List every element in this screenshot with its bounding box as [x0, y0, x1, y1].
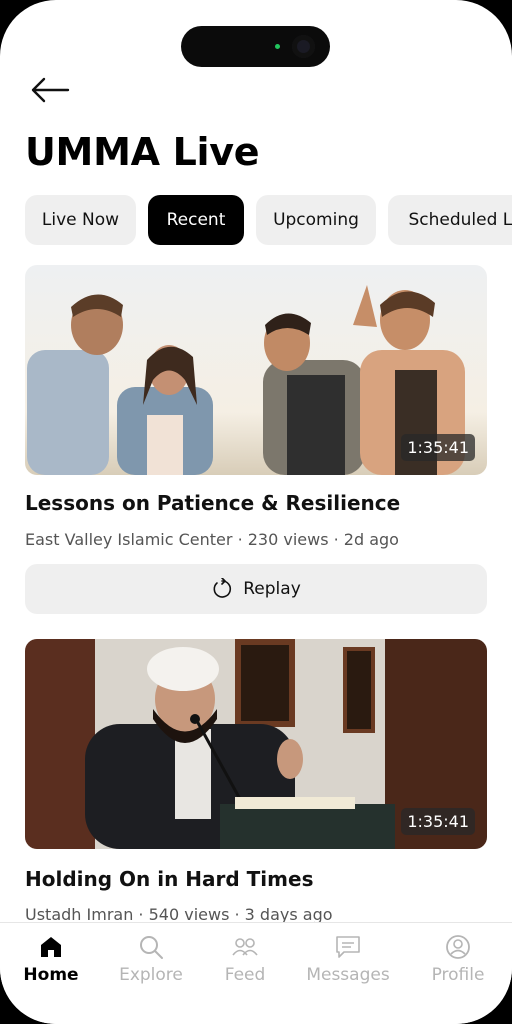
tab-label: Explore [119, 965, 183, 985]
tab-label: Profile [431, 965, 485, 985]
search-icon [140, 936, 163, 959]
filter-chips: Live Now Recent Upcoming Scheduled Live [25, 195, 512, 247]
replay-icon [213, 578, 232, 598]
back-button[interactable] [28, 74, 72, 106]
video-title[interactable]: Lessons on Patience & Resilience [25, 491, 400, 515]
page-title: UMMA Live [25, 130, 260, 174]
duration-badge: 1:35:41 [401, 808, 475, 835]
video-meta: East Valley Islamic Center · 230 views ·… [25, 530, 399, 549]
replay-button[interactable]: Replay [25, 564, 487, 614]
dynamic-island [181, 26, 330, 67]
home-icon [41, 937, 61, 957]
tab-label: Home [23, 965, 79, 985]
tab-feed[interactable]: Feed [197, 933, 293, 985]
people-icon [232, 938, 258, 956]
chip-recent[interactable]: Recent [148, 195, 244, 245]
tab-home[interactable]: Home [3, 933, 99, 985]
camera-indicator-light [275, 44, 280, 49]
video-thumbnail[interactable]: 1:35:41 [25, 265, 487, 475]
video-thumbnail[interactable]: 1:35:41 [25, 639, 487, 849]
video-title[interactable]: Holding On in Hard Times [25, 867, 313, 891]
duration-badge: 1:35:41 [401, 434, 475, 461]
tab-label: Feed [224, 965, 266, 985]
phone-screen: UMMA Live Live Now Recent Upcoming Sched… [0, 0, 512, 1024]
bottom-tab-bar: Home Explore Feed Messages Profile [0, 922, 512, 1024]
message-icon [336, 936, 360, 958]
arrow-left-icon [31, 77, 70, 103]
front-camera [292, 35, 315, 58]
tab-profile[interactable]: Profile [410, 933, 506, 985]
tab-messages[interactable]: Messages [300, 933, 396, 985]
replay-label: Replay [243, 579, 301, 599]
tab-label: Messages [306, 965, 390, 985]
tab-explore[interactable]: Explore [103, 933, 199, 985]
profile-icon [446, 935, 470, 959]
chip-upcoming[interactable]: Upcoming [256, 195, 376, 245]
chip-live-now[interactable]: Live Now [25, 195, 136, 245]
chip-scheduled-live[interactable]: Scheduled Live [388, 195, 512, 245]
